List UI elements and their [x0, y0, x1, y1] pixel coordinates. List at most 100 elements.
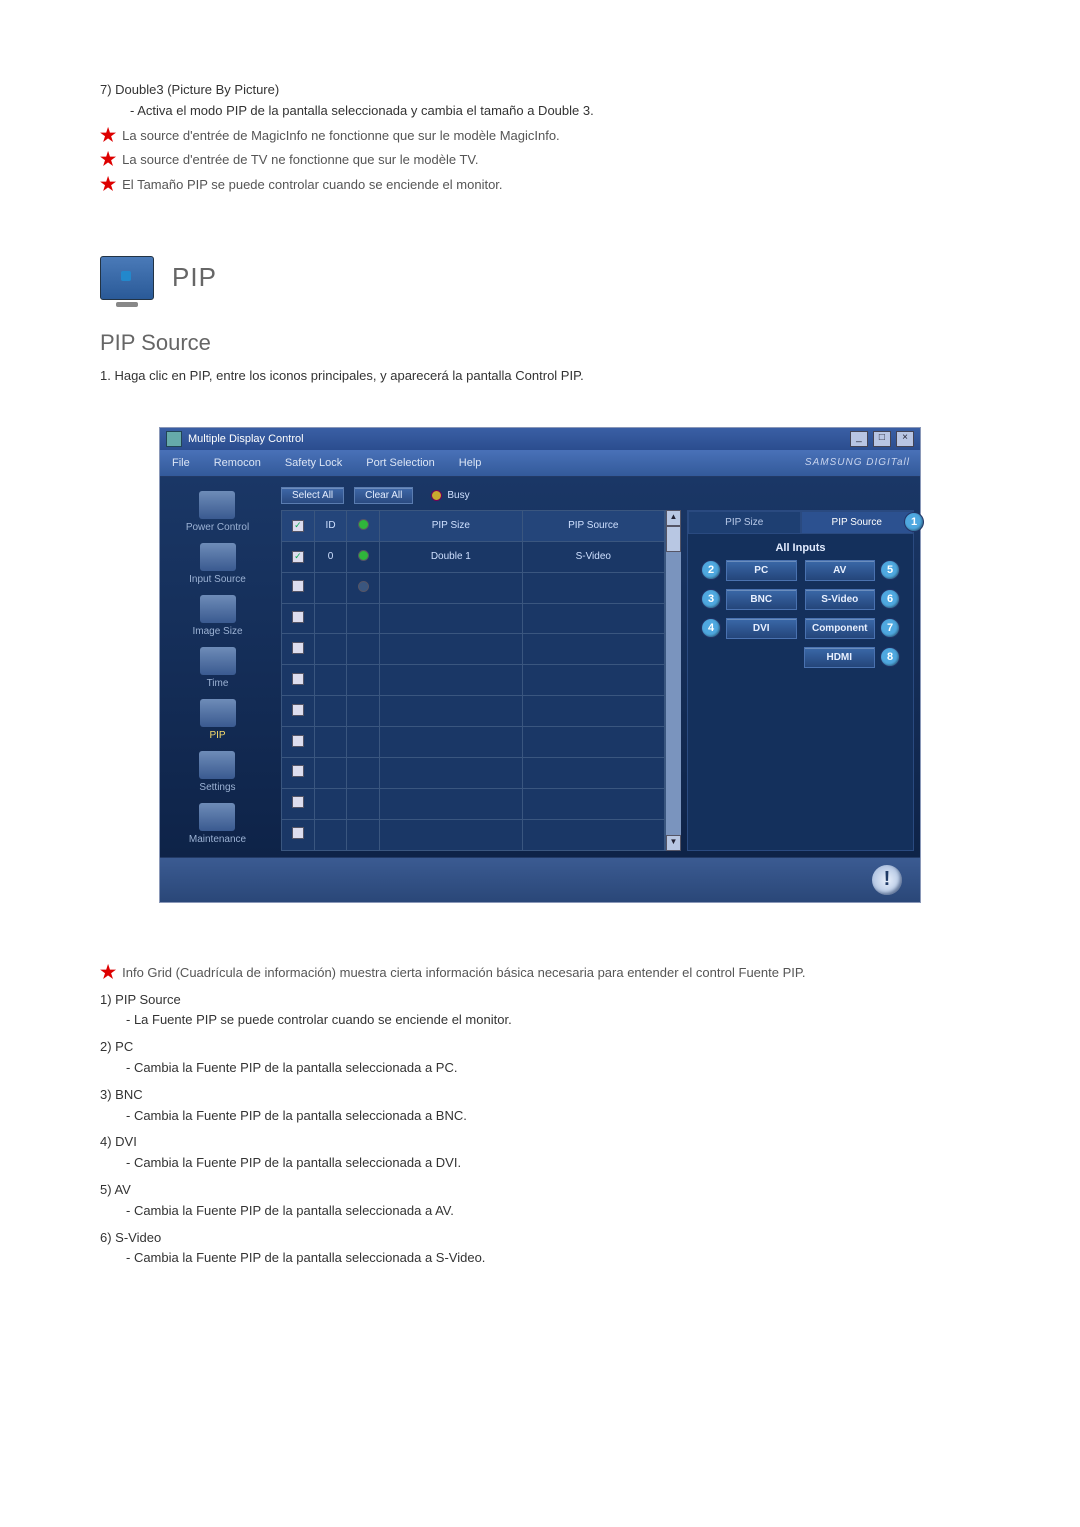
side-panel: PIP Size PIP Source 1 All Inputs 2 PC AV [687, 510, 914, 851]
sidebar-item-input-source[interactable]: Input Source [189, 543, 246, 585]
panel-buttons: 2 PC AV 5 3 BNC S-Video 6 [688, 560, 913, 684]
tab-pip-source[interactable]: PIP Source 1 [801, 511, 914, 534]
source-hdmi-button[interactable]: HDMI [804, 647, 876, 668]
checkbox-icon[interactable] [292, 827, 304, 839]
sidebar-item-maintenance[interactable]: Maintenance [189, 803, 246, 845]
checkbox-icon[interactable] [292, 735, 304, 747]
power-icon [199, 491, 235, 519]
checkbox-icon[interactable] [292, 551, 304, 563]
source-pc-button[interactable]: PC [726, 560, 797, 581]
table-row[interactable] [282, 665, 665, 696]
pip-source-heading: PIP Source [100, 330, 980, 356]
star-icon: ★ [100, 126, 116, 146]
checkbox-icon[interactable] [292, 704, 304, 716]
panel-header: All Inputs [688, 534, 913, 560]
col-status [347, 510, 380, 541]
maintenance-icon [199, 803, 235, 831]
callout-badge-5: 5 [881, 561, 899, 579]
sidebar: Power Control Input Source Image Size Ti… [160, 477, 275, 857]
sidebar-label: Maintenance [189, 834, 246, 845]
brand-label: SAMSUNG DIGITall [805, 457, 920, 468]
note-3-text: El Tamaño PIP se puede controlar cuando … [122, 175, 980, 196]
list-item-title: 5) AV [100, 1180, 980, 1201]
busy-label-text: Busy [447, 490, 469, 501]
minimize-button[interactable]: _ [850, 431, 868, 447]
vertical-scrollbar[interactable]: ▲ ▼ [665, 510, 681, 851]
scroll-track[interactable] [666, 552, 681, 835]
grid-wrap: ID PIP Size PIP Source 0 Double 1 S-Vide… [281, 510, 681, 851]
maximize-button[interactable]: □ [873, 431, 891, 447]
cell-pip-source: S-Video [522, 541, 664, 572]
checkbox-icon[interactable] [292, 642, 304, 654]
menu-remocon[interactable]: Remocon [202, 457, 273, 469]
list-item-4: 4) DVI - Cambia la Fuente PIP de la pant… [100, 1132, 980, 1174]
table-row[interactable] [282, 788, 665, 819]
menu-safety-lock[interactable]: Safety Lock [273, 457, 354, 469]
menu-file[interactable]: File [160, 457, 202, 469]
list-item-title: 2) PC [100, 1037, 980, 1058]
callout-badge-1: 1 [905, 513, 923, 531]
table-row[interactable]: 0 Double 1 S-Video [282, 541, 665, 572]
menu-port-selection[interactable]: Port Selection [354, 457, 446, 469]
sidebar-label: Image Size [192, 626, 242, 637]
sidebar-item-settings[interactable]: Settings [199, 751, 235, 793]
table-row[interactable] [282, 572, 665, 603]
sidebar-label: Time [207, 678, 229, 689]
checkbox-icon[interactable] [292, 611, 304, 623]
source-svideo-button[interactable]: S-Video [805, 589, 876, 610]
checkbox-icon[interactable] [292, 580, 304, 592]
star-icon: ★ [100, 175, 116, 195]
panel-tabs: PIP Size PIP Source 1 [688, 511, 913, 534]
list-item-desc: - Cambia la Fuente PIP de la pantalla se… [126, 1106, 980, 1127]
note-1: ★ La source d'entrée de MagicInfo ne fon… [100, 126, 980, 147]
table-row[interactable] [282, 603, 665, 634]
pip-source-intro: 1. Haga clic en PIP, entre los iconos pr… [100, 366, 980, 387]
checkbox-icon[interactable] [292, 765, 304, 777]
source-av-button[interactable]: AV [805, 560, 876, 581]
sidebar-item-power-control[interactable]: Power Control [186, 491, 249, 533]
table-row[interactable] [282, 634, 665, 665]
select-all-button[interactable]: Select All [281, 487, 344, 504]
callout-badge-2: 2 [702, 561, 720, 579]
titlebar: Multiple Display Control _ □ × [160, 428, 920, 450]
sidebar-item-pip[interactable]: PIP [200, 699, 236, 741]
menu-help[interactable]: Help [447, 457, 494, 469]
table-row[interactable] [282, 819, 665, 850]
scroll-up-icon[interactable]: ▲ [666, 510, 681, 526]
col-checkbox[interactable] [282, 510, 315, 541]
table-row[interactable] [282, 727, 665, 758]
cell-id: 0 [314, 541, 347, 572]
star-icon: ★ [100, 150, 116, 170]
sidebar-label: PIP [209, 730, 225, 741]
window-controls: _ □ × [848, 431, 914, 447]
list-item-title: 1) PIP Source [100, 990, 980, 1011]
checkbox-icon[interactable] [292, 673, 304, 685]
checkbox-icon[interactable] [292, 796, 304, 808]
scroll-thumb[interactable] [666, 526, 681, 552]
callout-badge-8: 8 [881, 648, 899, 666]
table-row[interactable] [282, 758, 665, 789]
info-grid-note-text: Info Grid (Cuadrícula de información) mu… [122, 963, 980, 984]
list-item-title: 3) BNC [100, 1085, 980, 1106]
info-grid-note: ★ Info Grid (Cuadrícula de información) … [100, 963, 980, 984]
clear-all-button[interactable]: Clear All [354, 487, 413, 504]
source-dvi-button[interactable]: DVI [726, 618, 797, 639]
source-bnc-button[interactable]: BNC [726, 589, 797, 610]
sidebar-item-time[interactable]: Time [200, 647, 236, 689]
close-button[interactable]: × [896, 431, 914, 447]
col-pip-source: PIP Source [522, 510, 664, 541]
note-3: ★ El Tamaño PIP se puede controlar cuand… [100, 175, 980, 196]
warning-icon: ! [872, 865, 902, 895]
grid-and-panel: ID PIP Size PIP Source 0 Double 1 S-Vide… [281, 510, 914, 851]
pip-heading-block: PIP [100, 256, 980, 300]
list-item-title: 4) DVI [100, 1132, 980, 1153]
sidebar-label: Settings [199, 782, 235, 793]
callout-badge-6: 6 [881, 590, 899, 608]
source-component-button[interactable]: Component [805, 618, 876, 639]
menubar: File Remocon Safety Lock Port Selection … [160, 450, 920, 477]
scroll-down-icon[interactable]: ▼ [666, 835, 681, 851]
list-item-desc: - Cambia la Fuente PIP de la pantalla se… [126, 1248, 980, 1269]
sidebar-item-image-size[interactable]: Image Size [192, 595, 242, 637]
table-row[interactable] [282, 696, 665, 727]
tab-pip-size[interactable]: PIP Size [688, 511, 801, 534]
